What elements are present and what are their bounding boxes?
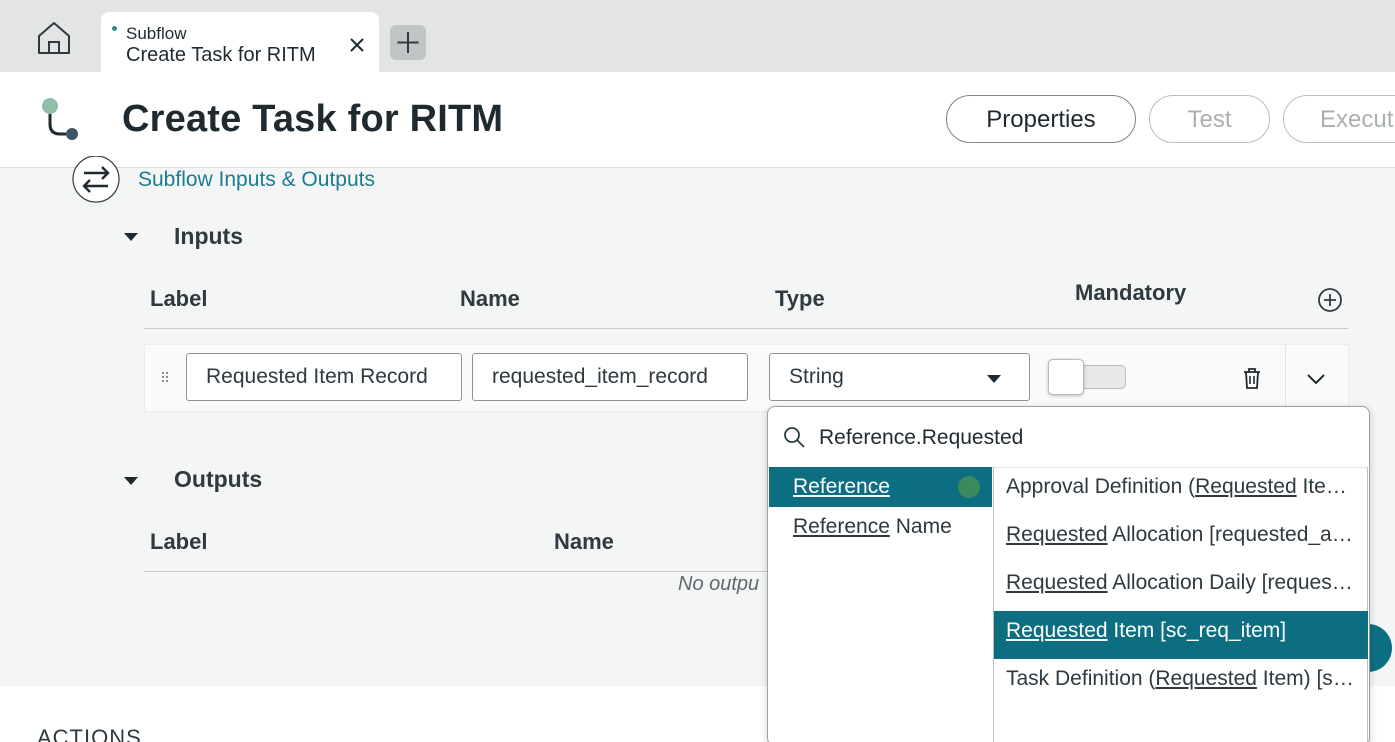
- toggle-knob: [1048, 359, 1084, 395]
- inputs-collapse-caret[interactable]: [124, 233, 138, 241]
- item-suffix: Item) [sc_task_definition]: [1262, 667, 1368, 690]
- category-match: Reference: [793, 515, 890, 538]
- mandatory-toggle[interactable]: [1048, 359, 1126, 395]
- item-suffix: Item) [sys_approval_definition]: [1302, 475, 1369, 498]
- inputs-col-mandatory: Mandatory: [1075, 280, 1187, 305]
- item-prefix: Approval Definition (: [1006, 475, 1196, 498]
- item-suffix: Item [sc_req_item]: [1107, 619, 1287, 642]
- item-prefix: Task Definition (: [1006, 667, 1156, 690]
- list-item-selected[interactable]: Requested Item [sc_req_item]: [994, 611, 1368, 659]
- category-reference-name[interactable]: Reference Name: [769, 507, 992, 547]
- item-match: Requested: [1006, 619, 1108, 642]
- input-label-field[interactable]: Requested Item Record: [186, 353, 462, 401]
- row-divider: [1285, 344, 1286, 412]
- execute-button[interactable]: Execut: [1283, 95, 1395, 143]
- list-item[interactable]: Task Definition (Requested Item) [sc_tas…: [994, 659, 1368, 707]
- item-suffix: Allocation Daily [requested_allocation_d…: [1112, 571, 1368, 594]
- delete-input-button[interactable]: [1238, 364, 1266, 392]
- inputs-col-type: Type: [775, 286, 825, 311]
- home-icon: [38, 22, 70, 54]
- type-select-caret: [987, 375, 1001, 383]
- tab-title: Create Task for RITM: [126, 44, 316, 66]
- inputs-heading: Inputs: [174, 223, 243, 249]
- subflow-icon: [36, 94, 84, 144]
- page-title: Create Task for RITM: [122, 98, 504, 140]
- item-suffix: Allocation [requested_allocation]: [1112, 523, 1368, 546]
- inputs-header-divider: [144, 328, 1348, 329]
- tab-strip: Subflow Create Task for RITM: [0, 0, 1395, 72]
- item-match: Requested: [1155, 667, 1257, 690]
- section-title[interactable]: Subflow Inputs & Outputs: [138, 168, 375, 192]
- no-outputs-message: No outpu: [678, 573, 760, 595]
- list-item[interactable]: Requested Allocation [requested_allocati…: [994, 515, 1368, 563]
- status-dot: [112, 26, 117, 31]
- close-tab-button[interactable]: [346, 34, 368, 56]
- outputs-collapse-caret[interactable]: [124, 477, 138, 485]
- plus-circle-icon: [1318, 288, 1342, 312]
- list-item[interactable]: Approval Definition (Requested Item) [sy…: [994, 467, 1368, 515]
- expand-row-button[interactable]: [1302, 366, 1330, 392]
- item-match: Requested: [1006, 571, 1108, 594]
- inputs-col-label: Label: [150, 286, 208, 311]
- swap-arrows-icon: [71, 155, 121, 204]
- item-match: Requested: [1195, 475, 1297, 498]
- drag-handle-icon[interactable]: [160, 370, 170, 384]
- type-search-input[interactable]: [819, 426, 1339, 450]
- list-item[interactable]: Requested Allocation Daily [requested_al…: [994, 563, 1368, 611]
- category-rest: Name: [889, 515, 952, 538]
- type-dropdown: Reference Reference Name Approval Defini…: [767, 406, 1370, 742]
- close-icon: [350, 38, 364, 52]
- actions-heading: ACTIONS: [37, 725, 142, 742]
- add-tab-button[interactable]: [390, 25, 426, 60]
- type-options: Approval Definition (Requested Item) [sy…: [994, 467, 1368, 742]
- outputs-col-label: Label: [150, 529, 208, 554]
- trash-icon: [1244, 368, 1260, 389]
- type-categories: Reference Reference Name: [768, 467, 993, 742]
- test-button[interactable]: Test: [1149, 95, 1270, 143]
- search-icon: [782, 425, 808, 451]
- item-match: Requested: [1006, 523, 1108, 546]
- outputs-heading: Outputs: [174, 466, 263, 492]
- inputs-col-name: Name: [460, 286, 520, 311]
- tab-create-task-for-ritm[interactable]: Subflow Create Task for RITM: [101, 12, 379, 72]
- page-header: Create Task for RITM Properties Test Exe…: [0, 72, 1395, 168]
- chevron-down-icon: [1307, 374, 1325, 385]
- add-input-button[interactable]: [1316, 286, 1344, 314]
- category-reference[interactable]: Reference: [769, 467, 992, 507]
- input-name-field[interactable]: requested_item_record: [472, 353, 748, 401]
- home-button[interactable]: [34, 18, 74, 58]
- plus-icon: [397, 32, 419, 53]
- outputs-col-name: Name: [554, 529, 614, 554]
- outputs-header-divider: [144, 571, 768, 572]
- tab-kind: Subflow: [126, 24, 187, 43]
- submenu-arrow-icon: [958, 476, 980, 498]
- properties-button[interactable]: Properties: [946, 95, 1136, 143]
- category-match: Reference: [793, 475, 890, 498]
